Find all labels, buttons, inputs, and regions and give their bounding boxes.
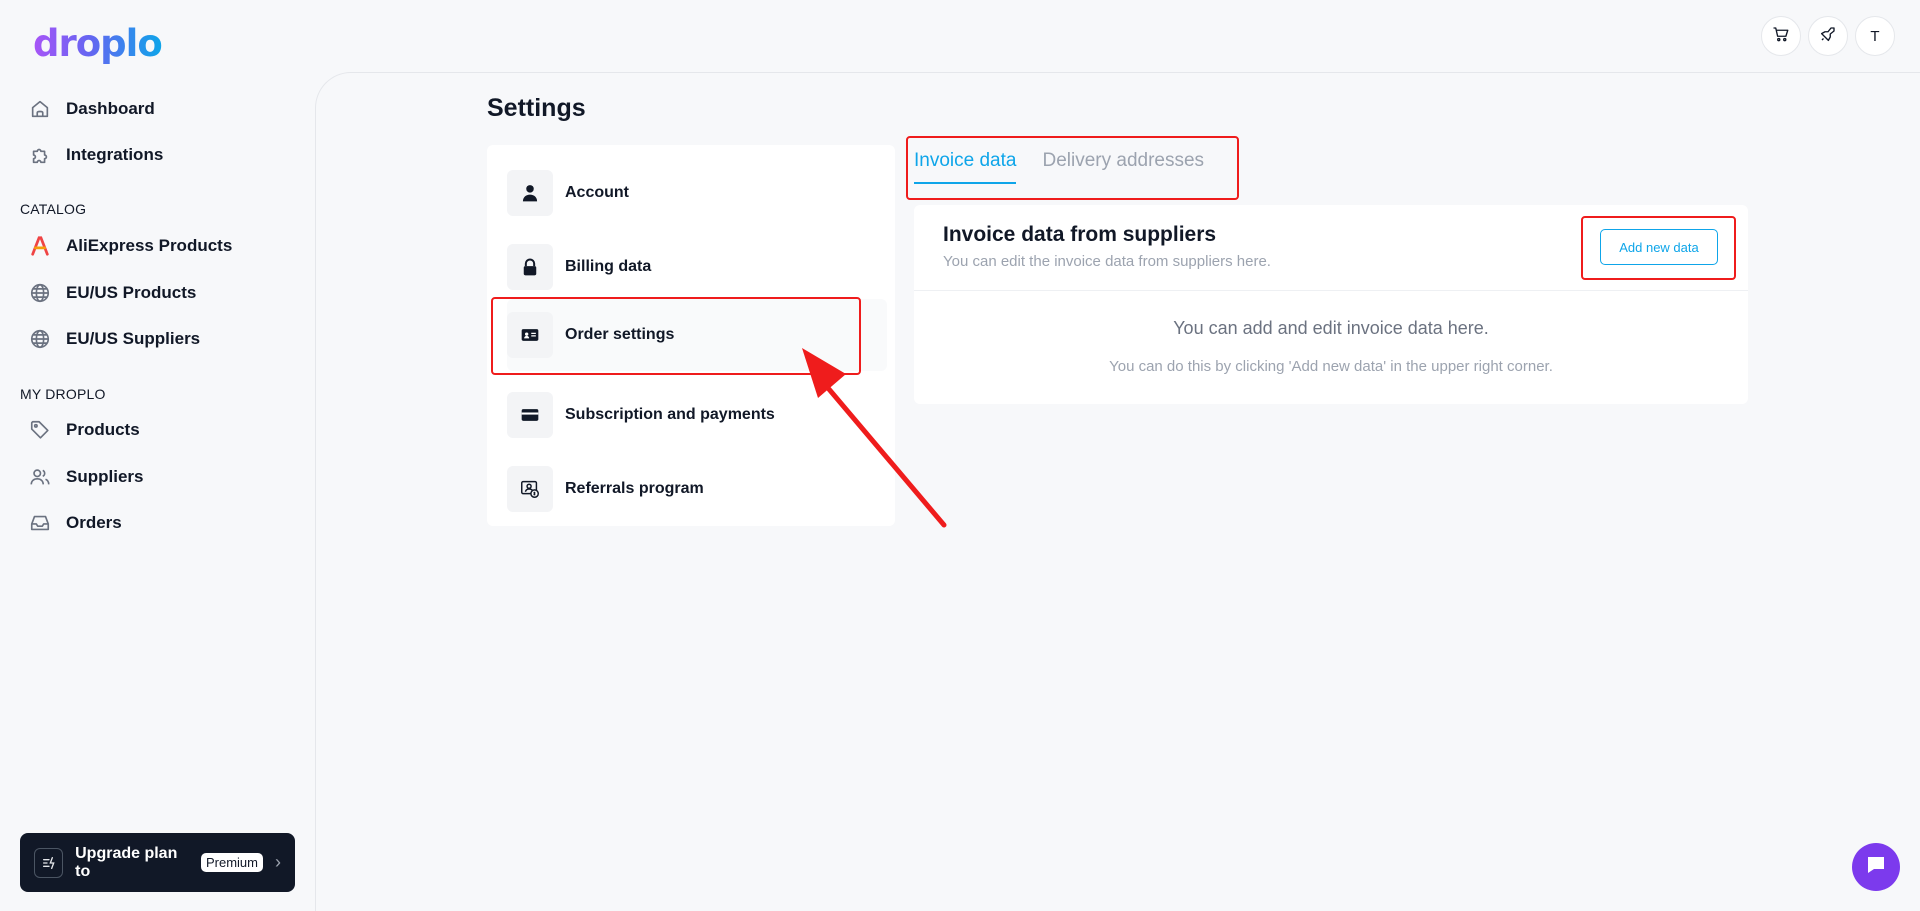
sidebar-item-euus-suppliers[interactable]: EU/US Suppliers (28, 323, 200, 355)
settings-item-billing-data[interactable]: Billing data (507, 238, 887, 296)
annotation-arrow (802, 348, 947, 528)
sidebar-item-label: EU/US Suppliers (66, 329, 201, 348)
invoice-data-card: Invoice data from suppliers You can edit… (914, 205, 1748, 404)
sidebar-item-label: Orders (66, 513, 122, 532)
sidebar-item-aliexpress-products[interactable]: AliExpress Products (28, 230, 232, 262)
sidebar-item-label: Integrations (66, 145, 164, 164)
globe-icon (28, 327, 52, 351)
avatar-initial: T (1870, 27, 1880, 45)
id-card-icon (507, 312, 553, 358)
premium-badge: Premium (200, 853, 263, 872)
home-icon (28, 97, 52, 121)
lock-icon (507, 244, 553, 290)
sidebar-item-label: Products (66, 420, 140, 439)
sidebar-item-suppliers[interactable]: Suppliers (28, 461, 143, 493)
settings-item-label: Billing data (565, 258, 652, 275)
card-title: Invoice data from suppliers (943, 223, 1217, 246)
chat-icon (1864, 853, 1888, 882)
settings-item-label: Referrals program (565, 480, 704, 497)
launch-button[interactable] (1808, 16, 1848, 56)
sidebar-item-label: Suppliers (66, 467, 144, 486)
sidebar-item-orders[interactable]: Orders (28, 507, 122, 539)
sidebar-item-label: Dashboard (66, 99, 155, 118)
sidebar: droplo Dashboard Integrations CATALOG Al… (0, 0, 316, 911)
upgrade-text: Upgrade plan to (75, 844, 178, 880)
tab-invoice-data[interactable]: Invoice data (914, 150, 1017, 184)
lightning-icon (34, 847, 64, 878)
empty-state-subtitle: You can do this by clicking 'Add new dat… (1109, 358, 1553, 375)
chevron-right-icon: › (275, 852, 281, 872)
inbox-icon (28, 511, 52, 535)
cart-button[interactable] (1761, 16, 1801, 56)
credit-card-icon (507, 392, 553, 438)
referral-icon (507, 466, 553, 512)
my-droplo-section-label: MY DROPLO (20, 386, 106, 402)
sidebar-item-products[interactable]: Products (28, 414, 140, 446)
upgrade-plan-button[interactable]: Upgrade plan to Premium › (20, 833, 295, 892)
users-icon (28, 465, 52, 489)
settings-tabs: Invoice data Delivery addresses (914, 150, 1204, 184)
card-subtitle: You can edit the invoice data from suppl… (943, 253, 1271, 270)
settings-item-account[interactable]: Account (507, 164, 887, 222)
user-icon (507, 170, 553, 216)
globe-icon (28, 281, 52, 305)
sidebar-item-euus-products[interactable]: EU/US Products (28, 277, 196, 309)
settings-item-label: Account (565, 184, 629, 201)
tab-delivery-addresses[interactable]: Delivery addresses (1042, 150, 1204, 184)
catalog-section-label: CATALOG (20, 201, 87, 217)
cart-icon (1772, 25, 1790, 47)
add-new-data-button[interactable]: Add new data (1600, 229, 1718, 265)
aliexpress-icon (28, 234, 52, 258)
puzzle-icon (28, 143, 52, 167)
card-header: Invoice data from suppliers You can edit… (914, 205, 1748, 291)
sidebar-item-integrations[interactable]: Integrations (28, 139, 163, 171)
rocket-icon (1819, 25, 1837, 47)
sidebar-item-dashboard[interactable]: Dashboard (28, 93, 155, 125)
sidebar-item-label: EU/US Products (66, 283, 197, 302)
sidebar-item-label: AliExpress Products (66, 236, 233, 255)
chat-button[interactable] (1852, 843, 1900, 891)
droplo-logo[interactable]: droplo (33, 21, 163, 65)
settings-item-label: Subscription and payments (565, 406, 775, 423)
tag-icon (28, 418, 52, 442)
page-title: Settings (487, 94, 586, 122)
settings-item-label: Order settings (565, 326, 675, 343)
logo-text: droplo (33, 21, 163, 65)
avatar[interactable]: T (1855, 16, 1895, 56)
empty-state-title: You can add and edit invoice data here. (1173, 318, 1489, 338)
